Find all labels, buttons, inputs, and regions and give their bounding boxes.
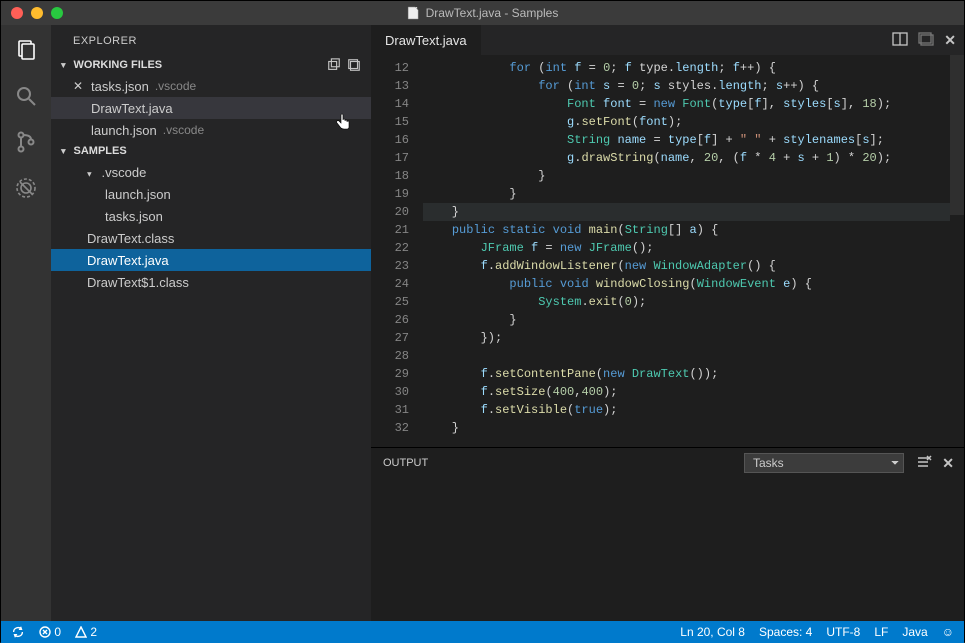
tree-item-label: tasks.json (105, 209, 163, 224)
split-editor-icon[interactable] (892, 32, 908, 49)
status-language[interactable]: Java (902, 625, 927, 639)
tree-file-item[interactable]: launch.json (51, 183, 371, 205)
code-line[interactable]: for (int s = 0; s styles.length; s++) { (423, 77, 950, 95)
source-control-icon[interactable] (13, 129, 39, 155)
code-line[interactable]: for (int f = 0; f type.length; f++) { (423, 59, 950, 77)
tree-item-label: .vscode (102, 165, 147, 180)
code-line[interactable]: }); (423, 329, 950, 347)
working-file-item[interactable]: launch.json .vscode (51, 119, 371, 141)
code-line[interactable]: public void windowClosing(WindowEvent e)… (423, 275, 950, 293)
editor-area: DrawText.java ✕ 121314151617181920212223… (371, 25, 964, 621)
dirty-indicator-icon[interactable]: ✕ (73, 79, 85, 93)
tree-file-item[interactable]: DrawText.class (51, 227, 371, 249)
status-sync-icon[interactable] (11, 625, 25, 639)
code-line[interactable]: } (423, 311, 950, 329)
code-line[interactable]: } (423, 419, 950, 437)
file-dir-label: .vscode (163, 123, 204, 137)
status-encoding[interactable]: UTF-8 (826, 625, 860, 639)
close-editor-icon[interactable]: ✕ (944, 32, 956, 49)
file-name-label: tasks.json (91, 79, 149, 94)
explorer-icon[interactable] (13, 37, 39, 63)
tree-file-item[interactable]: DrawText.java (51, 249, 371, 271)
tree-item-label: DrawText.java (87, 253, 169, 268)
window-close-button[interactable] (11, 7, 23, 19)
status-indentation[interactable]: Spaces: 4 (759, 625, 812, 639)
tree-file-item[interactable]: DrawText$1.class (51, 271, 371, 293)
status-errors[interactable]: 0 (39, 625, 61, 639)
explorer-sidebar: EXPLORER WORKING FILES ✕ tasks.json .vsco… (51, 25, 371, 621)
tree-item-label: launch.json (105, 187, 171, 202)
code-line[interactable]: g.drawString(name, 20, (f * 4 + s + 1) *… (423, 149, 950, 167)
code-editor[interactable]: 1213141516171819202122232425262728293031… (371, 55, 964, 447)
working-file-item[interactable]: ✕ tasks.json .vscode (51, 75, 371, 97)
tree-item-label: DrawText$1.class (87, 275, 189, 290)
code-line[interactable]: f.setContentPane(new DrawText()); (423, 365, 950, 383)
code-line[interactable]: g.setFont(font); (423, 113, 950, 131)
working-file-item[interactable]: DrawText.java (51, 97, 371, 119)
window-maximize-button[interactable] (51, 7, 63, 19)
tree-folder-item[interactable]: .vscode (51, 161, 371, 183)
code-line[interactable] (423, 347, 950, 365)
close-panel-icon[interactable]: ✕ (942, 455, 954, 472)
close-all-icon[interactable] (347, 58, 361, 72)
project-header[interactable]: SAMPLES (51, 141, 371, 161)
working-files-list: ✕ tasks.json .vscode DrawText.java launch.j… (51, 75, 371, 141)
folder-expand-icon[interactable] (87, 165, 96, 180)
code-line[interactable]: f.setSize(400,400); (423, 383, 950, 401)
output-channel-select[interactable]: Tasks (744, 453, 904, 473)
search-icon[interactable] (13, 83, 39, 109)
more-actions-icon[interactable] (918, 32, 934, 49)
code-line[interactable]: f.setVisible(true); (423, 401, 950, 419)
editor-tab-bar: DrawText.java ✕ (371, 25, 964, 55)
project-tree: .vscode launch.json tasks.json DrawText.cla… (51, 161, 371, 293)
file-name-label: launch.json (91, 123, 157, 138)
code-line[interactable]: Font font = new Font(type[f], styles[s],… (423, 95, 950, 113)
code-line[interactable]: } (423, 203, 950, 221)
code-line[interactable]: } (423, 167, 950, 185)
tree-file-item[interactable]: tasks.json (51, 205, 371, 227)
file-dir-label: .vscode (155, 79, 196, 93)
debug-icon[interactable] (13, 175, 39, 201)
title-bar: DrawText.java - Samples (1, 1, 964, 25)
clear-output-icon[interactable] (916, 455, 932, 472)
file-name-label: DrawText.java (91, 101, 173, 116)
status-eol[interactable]: LF (874, 625, 888, 639)
code-line[interactable]: f.addWindowListener(new WindowAdapter() … (423, 257, 950, 275)
code-line[interactable]: public static void main(String[] a) { (423, 221, 950, 239)
line-number-gutter: 1213141516171819202122232425262728293031… (371, 55, 423, 447)
status-line-col[interactable]: Ln 20, Col 8 (680, 625, 745, 639)
code-line[interactable]: System.exit(0); (423, 293, 950, 311)
code-content[interactable]: for (int f = 0; f type.length; f++) { fo… (423, 55, 950, 447)
editor-scrollbar[interactable] (950, 55, 964, 447)
code-line[interactable]: String name = type[f] + " " + stylenames… (423, 131, 950, 149)
window-title: DrawText.java - Samples (407, 6, 559, 20)
code-line[interactable]: JFrame f = new JFrame(); (423, 239, 950, 257)
save-all-icon[interactable] (327, 58, 341, 72)
output-panel-title[interactable]: OUTPUT (383, 457, 428, 469)
output-panel: OUTPUT Tasks ✕ (371, 447, 964, 621)
working-files-header[interactable]: WORKING FILES (51, 55, 371, 75)
sidebar-title: EXPLORER (51, 25, 371, 55)
status-bar: 0 2 Ln 20, Col 8 Spaces: 4 UTF-8 LF Java… (1, 621, 964, 643)
status-feedback-icon[interactable]: ☺ (942, 625, 954, 639)
activity-bar (1, 25, 51, 621)
code-line[interactable]: } (423, 185, 950, 203)
tree-item-label: DrawText.class (87, 231, 174, 246)
editor-tab[interactable]: DrawText.java (371, 25, 481, 55)
window-minimize-button[interactable] (31, 7, 43, 19)
status-warnings[interactable]: 2 (75, 625, 97, 639)
